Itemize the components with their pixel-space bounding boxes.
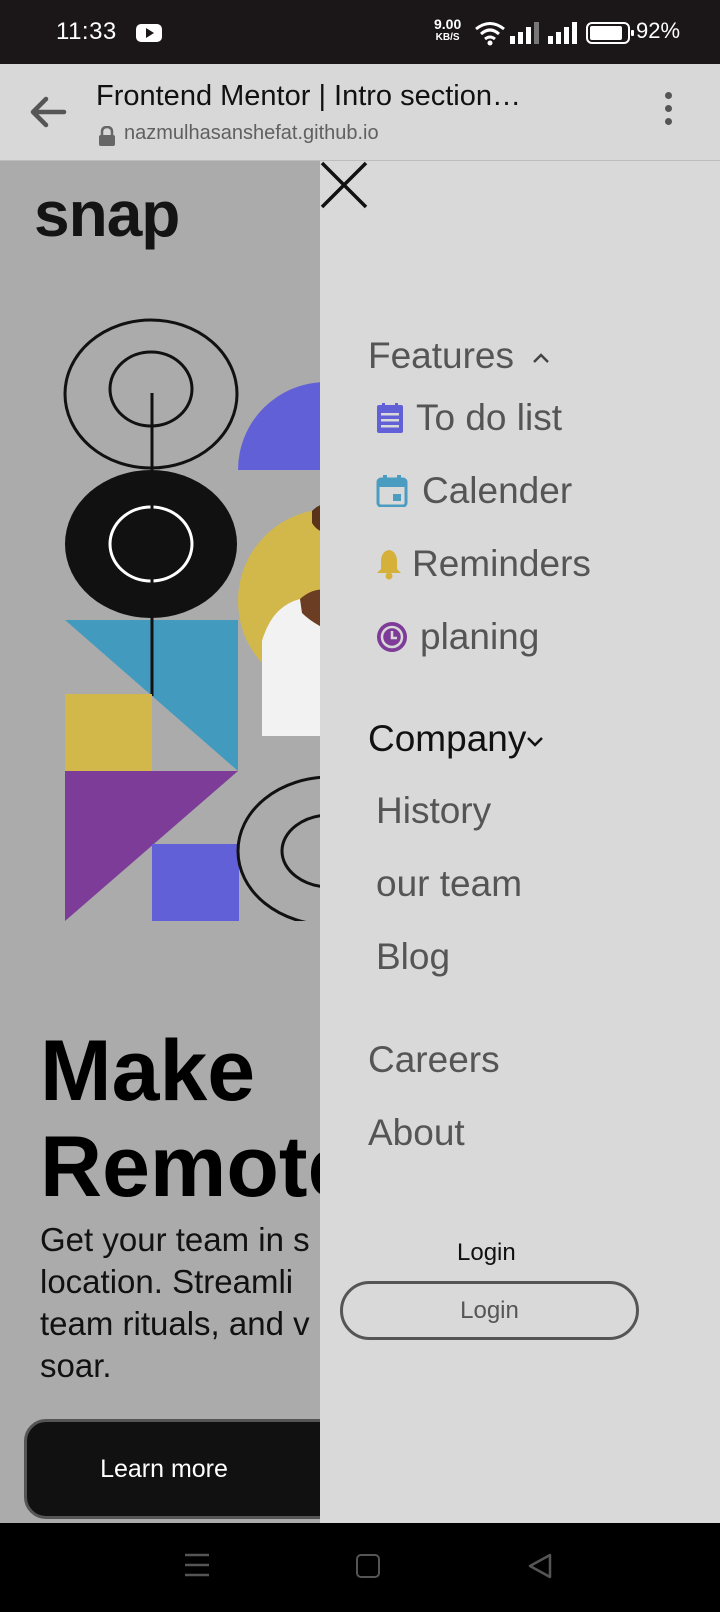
nav-company[interactable]: Company	[368, 718, 544, 760]
status-time: 11:33	[56, 18, 117, 45]
nav-item-our-team[interactable]: our team	[376, 863, 522, 905]
login-label[interactable]: Login	[457, 1239, 516, 1267]
browser-toolbar: Frontend Mentor | Intro section… nazmulh…	[0, 64, 720, 161]
hero-illustration	[63, 318, 320, 921]
nav-item-label: planing	[420, 616, 540, 657]
page-url[interactable]: nazmulhasanshefat.github.io	[124, 122, 379, 145]
signal-icon-2	[548, 22, 577, 44]
hero-line-1: Make	[40, 1023, 256, 1119]
learn-more-button[interactable]: Learn more	[24, 1419, 344, 1519]
network-speed-value: 9.00	[434, 16, 462, 32]
status-bar: 11:33 9.00 KB/S 92%	[0, 0, 720, 64]
battery-percent: 92%	[636, 18, 681, 43]
todo-list-icon	[377, 403, 403, 433]
nav-drawer: Features To do list Calender Reminders p…	[320, 161, 720, 1523]
nav-item-label: our team	[376, 863, 523, 904]
close-icon[interactable]	[314, 161, 374, 215]
calendar-icon	[376, 475, 408, 507]
chevron-up-icon	[533, 353, 550, 364]
nav-item-planning[interactable]: planing	[376, 616, 539, 658]
chevron-down-icon	[527, 737, 544, 747]
wifi-icon	[475, 22, 505, 46]
hero-description: Get your team in s location. Streamli te…	[40, 1221, 310, 1384]
nav-item-label: Calender	[422, 470, 573, 511]
system-nav-bar	[0, 1523, 720, 1612]
nav-item-label: To do list	[416, 397, 563, 438]
battery-icon	[586, 22, 634, 44]
hero-line-2: Remote	[40, 1119, 356, 1215]
recent-apps-icon[interactable]	[184, 1553, 210, 1577]
login-button[interactable]: Login	[340, 1281, 639, 1340]
nav-about[interactable]: About	[368, 1112, 465, 1154]
clock-icon	[377, 622, 407, 652]
nav-features-label: Features	[368, 335, 515, 376]
nav-item-label: Reminders	[412, 543, 591, 584]
nav-company-label: Company	[368, 718, 527, 759]
network-speed-unit: KB/S	[435, 32, 460, 43]
back-arrow-icon[interactable]	[28, 94, 68, 130]
nav-item-reminders[interactable]: Reminders	[376, 543, 591, 585]
nav-features[interactable]: Features	[368, 335, 550, 377]
browser-menu-icon[interactable]	[660, 92, 676, 132]
snap-logo[interactable]: snap	[34, 177, 180, 251]
nav-item-label: Blog	[376, 936, 451, 977]
signal-icon	[510, 22, 539, 44]
page-title: Frontend Mentor | Intro section…	[96, 80, 522, 112]
nav-item-calendar[interactable]: Calender	[376, 470, 572, 512]
network-speed: 9.00 KB/S	[434, 16, 462, 44]
nav-item-todo[interactable]: To do list	[376, 397, 562, 439]
nav-item-history[interactable]: History	[376, 790, 491, 832]
nav-careers[interactable]: Careers	[368, 1039, 500, 1081]
hero-heading: Make Remote	[40, 1023, 355, 1215]
back-triangle-icon[interactable]	[527, 1553, 553, 1579]
bell-icon	[377, 550, 401, 580]
youtube-icon	[136, 24, 162, 42]
nav-item-blog[interactable]: Blog	[376, 936, 450, 978]
home-icon[interactable]	[356, 1554, 380, 1578]
nav-item-label: History	[376, 790, 492, 831]
battery-fill	[590, 26, 623, 40]
lock-icon	[99, 126, 115, 146]
